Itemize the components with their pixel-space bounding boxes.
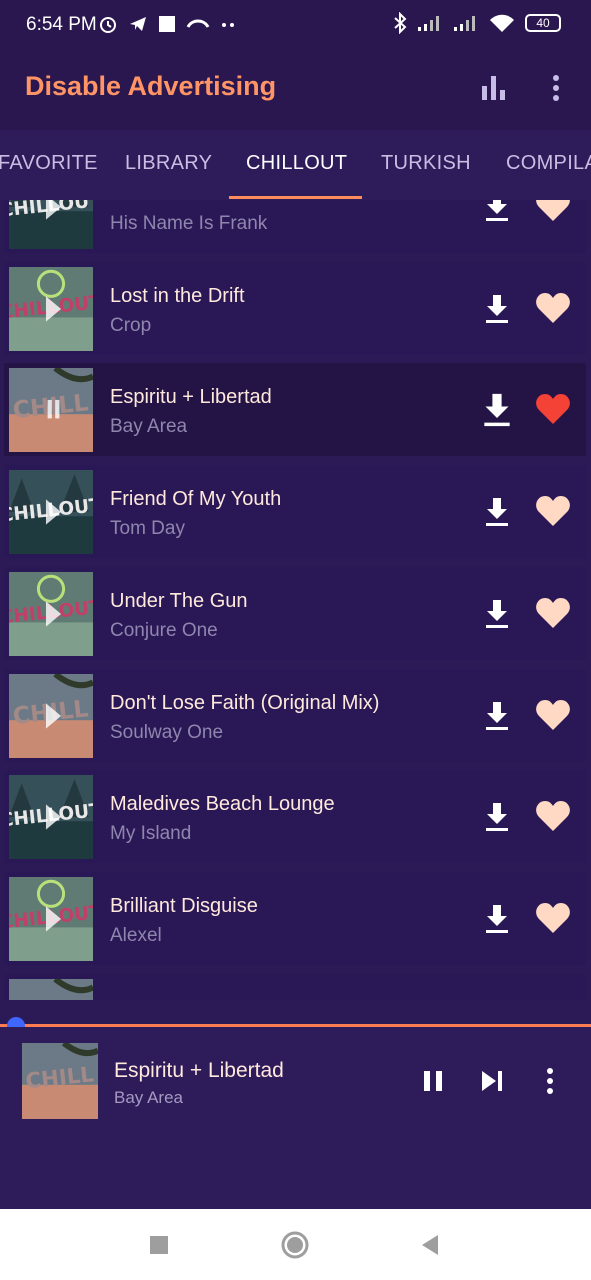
telegram-icon	[130, 17, 146, 31]
tab-library[interactable]: LIBRARY	[125, 152, 212, 175]
now-playing-title: Espiritu + Libertad	[114, 1059, 284, 1082]
track-title: Maledives Beach Lounge	[110, 793, 335, 816]
status-time: 6:54 PM	[26, 14, 97, 35]
square-notification-icon	[159, 16, 175, 32]
album-art-thumbnail[interactable]: CHILLOUT	[9, 775, 93, 860]
favorite-heart-icon[interactable]	[534, 798, 572, 834]
track-artist: Conjure One	[110, 619, 218, 641]
album-art-thumbnail[interactable]: CHILL	[9, 673, 93, 758]
album-art-thumbnail[interactable]: CHILLOUT	[9, 266, 93, 351]
track-artist: Crop	[110, 314, 152, 336]
favorite-heart-icon[interactable]	[534, 595, 572, 631]
track-title: Brilliant Disguise	[110, 894, 258, 917]
download-icon[interactable]	[482, 902, 512, 936]
track-row[interactable]: CHILLOUT Lost in the Drift Crop	[4, 261, 586, 355]
track-row[interactable]: CHILLOUT Maledives Beach Lounge My Island	[4, 770, 586, 864]
track-artist: His Name Is Frank	[110, 213, 268, 234]
pause-icon[interactable]	[419, 1067, 447, 1095]
tab-compila[interactable]: COMPILA	[506, 152, 591, 175]
download-icon[interactable]	[482, 495, 512, 529]
favorite-heart-icon[interactable]	[534, 290, 572, 326]
track-title: Under The Gun	[110, 589, 248, 612]
home-icon[interactable]	[279, 1229, 311, 1261]
track-artist: My Island	[110, 823, 192, 845]
more-vert-icon[interactable]	[540, 72, 572, 104]
signal-icon-2	[454, 16, 475, 31]
status-notification-icons	[98, 14, 236, 34]
track-row[interactable]: CHILL Espiritu + Libertad Bay Area	[4, 363, 586, 457]
bluetooth-icon	[394, 12, 407, 34]
category-tabs: FAVORITE LIBRARY CHILLOUT TURKISH COMPIL…	[0, 130, 591, 200]
download-icon[interactable]	[482, 699, 512, 733]
album-art-thumbnail[interactable]: CHILLOUT	[9, 876, 93, 961]
system-nav-bar	[0, 1209, 591, 1280]
tab-chillout[interactable]: CHILLOUT	[246, 152, 347, 175]
tab-favorite[interactable]: FAVORITE	[0, 152, 98, 175]
track-row[interactable]: CHILLOUT Friend Of My Youth Tom Day	[4, 465, 586, 559]
album-art-thumbnail[interactable]: CHILL	[9, 978, 93, 1000]
album-art-thumbnail[interactable]: CHILLOUT	[9, 470, 93, 555]
now-playing-bar[interactable]: CHILL Espiritu + Libertad Bay Area	[0, 1027, 591, 1209]
alarm-icon	[100, 17, 116, 33]
now-playing-more-icon[interactable]	[538, 1065, 562, 1097]
track-row[interactable]: CHILLOUT His Name Is Frank	[4, 200, 586, 253]
status-bar: 6:54 PM 40	[0, 0, 591, 44]
download-icon[interactable]	[482, 292, 512, 326]
favorite-heart-icon[interactable]	[534, 697, 572, 733]
track-artist: Soulway One	[110, 721, 224, 743]
track-title: Don't Lose Faith (Original Mix)	[110, 691, 380, 714]
download-icon[interactable]	[482, 200, 512, 224]
track-row[interactable]: CHILL	[4, 973, 586, 1000]
download-icon[interactable]	[482, 393, 512, 427]
track-row[interactable]: CHILLOUT Under The Gun Conjure One	[4, 566, 586, 660]
app-bar: Disable Advertising	[0, 44, 591, 130]
album-art-thumbnail[interactable]: CHILLOUT	[9, 571, 93, 656]
more-notifications-icon	[222, 23, 234, 27]
now-playing-album-art: CHILL	[22, 1043, 98, 1119]
track-artist: Alexel	[110, 924, 162, 946]
status-system-icons: 40	[393, 12, 561, 34]
track-artist: Tom Day	[110, 518, 185, 540]
download-icon[interactable]	[482, 597, 512, 631]
app-title: Disable Advertising	[25, 71, 277, 101]
track-title: Espiritu + Libertad	[110, 386, 272, 409]
tab-indicator	[229, 196, 362, 199]
favorite-heart-icon[interactable]	[534, 200, 572, 224]
skip-next-icon[interactable]	[478, 1067, 506, 1095]
bar-chart-icon[interactable]	[478, 72, 510, 104]
favorite-heart-icon[interactable]	[534, 391, 572, 427]
recents-icon[interactable]	[143, 1229, 175, 1261]
album-art-thumbnail[interactable]: CHILLOUT	[9, 200, 93, 249]
now-playing-artist: Bay Area	[114, 1088, 183, 1107]
track-row[interactable]: CHILL Don't Lose Faith (Original Mix) Sou…	[4, 668, 586, 762]
track-row[interactable]: CHILLOUT Brilliant Disguise Alexel	[4, 871, 586, 965]
track-artist: Bay Area	[110, 416, 188, 438]
battery-icon: 40	[525, 14, 561, 32]
track-title: Lost in the Drift	[110, 284, 245, 307]
back-icon[interactable]	[414, 1229, 446, 1261]
favorite-heart-icon[interactable]	[534, 493, 572, 529]
wifi-icon	[490, 14, 514, 32]
call-end-icon	[186, 19, 210, 28]
album-art-thumbnail[interactable]: CHILL	[9, 368, 93, 453]
tab-turkish[interactable]: TURKISH	[381, 152, 471, 175]
track-list[interactable]: CHILLOUT His Name Is Frank CHILLOUT Lost…	[0, 200, 591, 1000]
favorite-heart-icon[interactable]	[534, 900, 572, 936]
download-icon[interactable]	[482, 800, 512, 834]
track-title: Friend Of My Youth	[110, 488, 282, 511]
signal-icon	[418, 16, 439, 31]
